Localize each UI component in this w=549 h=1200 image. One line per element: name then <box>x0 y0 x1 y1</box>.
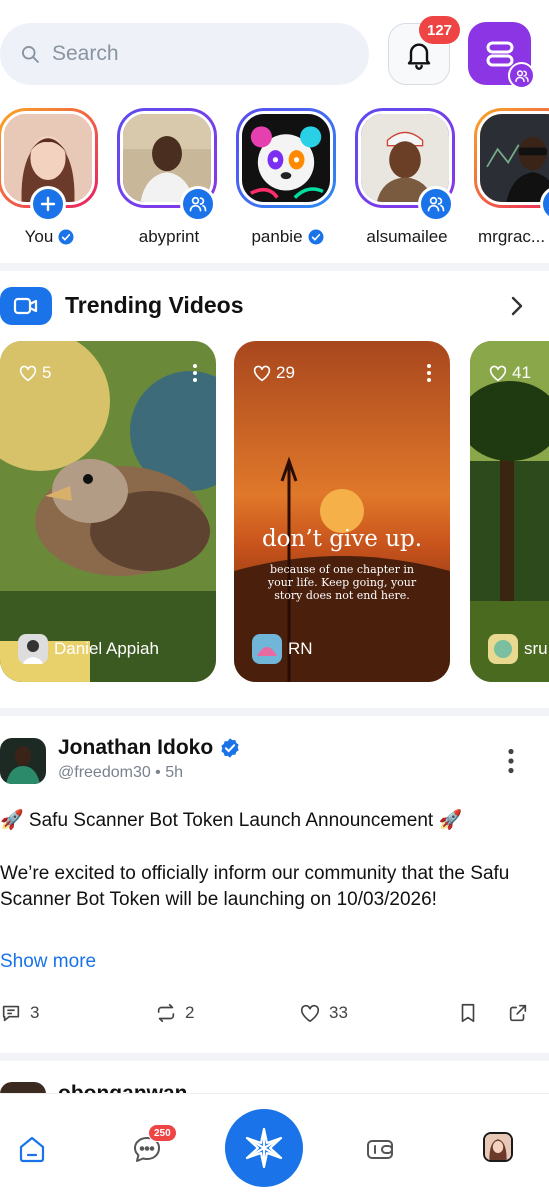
video-author[interactable]: sru <box>488 634 548 664</box>
story-label: abyprint <box>138 227 200 246</box>
repost-button[interactable]: 2 <box>155 1002 194 1024</box>
video-card[interactable]: 41 sru <box>470 341 549 682</box>
search-bar[interactable]: Search <box>0 23 369 85</box>
messages-count-badge: 250 <box>148 1124 177 1142</box>
verified-icon <box>221 738 239 758</box>
video-thumbnail <box>470 341 549 682</box>
story-abyprint[interactable]: abyprint <box>117 108 221 246</box>
post-headline: 🚀 Safu Scanner Bot Token Launch Announce… <box>0 810 463 831</box>
group-icon <box>427 196 445 212</box>
group-icon <box>189 196 207 212</box>
nav-wallet[interactable] <box>365 1134 395 1164</box>
star-compass-icon <box>245 1127 283 1169</box>
post-author-name[interactable]: Jonathan Idoko <box>58 736 241 760</box>
nav-create-button[interactable] <box>225 1109 303 1187</box>
video-quote-sub: because of one chapter in your life. Kee… <box>267 563 417 602</box>
group-story-button[interactable] <box>418 186 454 222</box>
heart-icon <box>489 365 507 382</box>
bottom-nav <box>0 1093 549 1200</box>
heart-icon <box>300 1004 320 1023</box>
story-label: panbie <box>226 227 350 247</box>
post-handle: @freedom30 <box>58 764 151 781</box>
wallet-icon <box>367 1140 393 1159</box>
video-camera-icon <box>0 287 52 325</box>
trending-title: Trending Videos <box>65 292 244 318</box>
share-button[interactable] <box>507 1002 529 1024</box>
comment-icon <box>2 1005 20 1022</box>
section-divider <box>0 263 549 271</box>
like-button[interactable]: 33 <box>299 1002 348 1024</box>
video-thumbnail <box>0 341 216 682</box>
heart-icon <box>19 365 37 382</box>
story-panbie[interactable]: panbie <box>236 108 340 246</box>
avatar <box>488 634 518 664</box>
share-icon <box>509 1004 527 1022</box>
bookmark-button[interactable] <box>457 1002 479 1024</box>
avatar <box>252 634 282 664</box>
story-label: You <box>0 227 112 247</box>
groups-people-icon <box>508 62 535 89</box>
notification-count-badge: 127 <box>419 16 461 44</box>
story-avatar <box>477 111 549 205</box>
post-time: 5h <box>165 764 184 781</box>
section-divider <box>0 1053 549 1061</box>
bookmark-icon <box>461 1003 475 1023</box>
search-placeholder: Search <box>52 42 119 65</box>
video-card[interactable]: 5 Daniel Appiah <box>0 341 216 682</box>
story-ring <box>236 108 336 208</box>
section-divider <box>0 708 549 716</box>
story-you[interactable]: You <box>0 108 102 246</box>
trending-header: Trending Videos <box>0 286 549 326</box>
avatar <box>18 634 48 664</box>
nav-profile-avatar[interactable] <box>483 1132 513 1162</box>
chevron-right-icon[interactable] <box>505 294 529 318</box>
more-vertical-icon[interactable] <box>426 363 432 383</box>
video-card[interactable]: don’t give up. because of one chapter in… <box>234 341 450 682</box>
verified-icon <box>308 229 324 245</box>
plus-icon <box>40 196 56 212</box>
story-ring <box>474 108 549 208</box>
video-author[interactable]: RN <box>252 634 313 664</box>
video-likes[interactable]: 29 <box>252 363 295 383</box>
post-actions: 3 2 33 <box>0 1002 549 1028</box>
story-label: mrgrac... <box>478 227 546 246</box>
more-vertical-icon[interactable] <box>192 363 198 383</box>
story-label: alsumailee <box>366 227 448 246</box>
video-quote: don’t give up. <box>261 526 423 552</box>
video-author[interactable]: Daniel Appiah <box>18 634 159 664</box>
post-meta: @freedom30 • 5h <box>58 764 184 781</box>
group-story-button[interactable] <box>180 186 216 222</box>
post-author-avatar[interactable] <box>0 738 46 784</box>
stack-icon <box>486 41 513 66</box>
more-vertical-icon[interactable] <box>507 748 515 774</box>
video-likes[interactable]: 41 <box>488 363 531 383</box>
search-icon <box>22 46 39 63</box>
verified-icon <box>58 229 74 245</box>
show-more-link[interactable]: Show more <box>0 951 96 973</box>
story-alsumailee[interactable]: alsumailee <box>355 108 459 246</box>
reply-button[interactable]: 3 <box>0 1002 39 1024</box>
story-avatar <box>239 111 333 205</box>
add-story-button[interactable] <box>30 186 66 222</box>
video-likes[interactable]: 5 <box>18 363 51 383</box>
story-mrgrac[interactable]: mrgrac... <box>474 108 549 246</box>
heart-icon <box>253 365 271 382</box>
app-screen: Search 127 You abyprint panbie alsumaile… <box>0 0 549 1200</box>
post-body: We’re excited to officially inform our c… <box>0 863 510 910</box>
stories-row: You abyprint panbie alsumailee mrgrac... <box>0 108 549 253</box>
home-icon <box>19 1136 45 1163</box>
nav-home[interactable] <box>17 1134 47 1164</box>
repost-icon <box>157 1003 175 1023</box>
video-thumbnail <box>234 341 450 682</box>
